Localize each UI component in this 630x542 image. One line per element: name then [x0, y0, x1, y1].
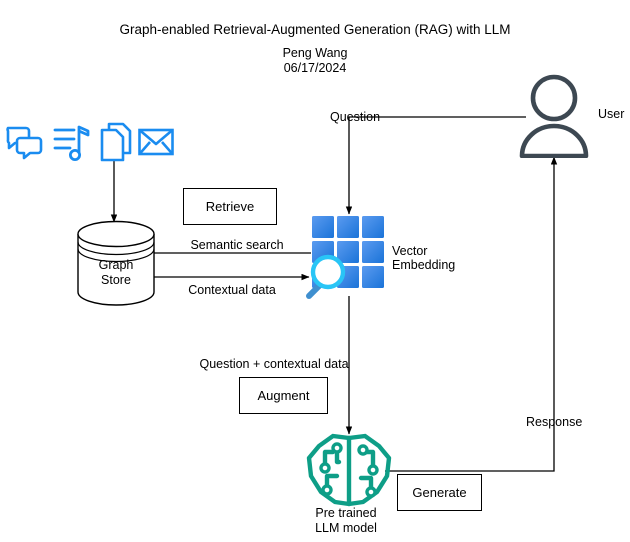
- vector-embedding-label: Vector Embedding: [392, 244, 455, 272]
- graph-store-label-line1: Graph: [98, 258, 134, 272]
- user-actor-icon: [519, 74, 589, 158]
- edge-label-semantic-search: Semantic search: [190, 238, 284, 252]
- music-note-icon: [53, 125, 90, 161]
- llm-brain-icon: [306, 433, 392, 507]
- edge-question: [345, 116, 526, 215]
- vector-embedding-node: [306, 216, 384, 299]
- edge-label-question: Question: [330, 110, 381, 124]
- author-name: Peng Wang: [282, 46, 348, 60]
- vector-embedding-label-line2: Embedding: [392, 258, 456, 272]
- edge-label-question-plus-contextual: Question + contextual data: [199, 357, 349, 371]
- edge-label-contextual-data: Contextual data: [188, 283, 276, 297]
- retrieve-box[interactable]: Retrieve: [183, 188, 277, 225]
- llm-label-line2: LLM model: [315, 521, 377, 535]
- llm-label-line1: Pre trained: [315, 506, 377, 520]
- date-label: 06/17/2024: [283, 61, 347, 75]
- llm-label: Pre trained LLM model: [315, 506, 377, 536]
- generate-box[interactable]: Generate: [397, 474, 482, 511]
- page-title: Graph-enabled Retrieval-Augmented Genera…: [119, 22, 511, 37]
- vector-embedding-label-line1: Vector: [392, 244, 428, 258]
- chat-bubbles-icon: [6, 126, 43, 160]
- user-label: User: [598, 107, 625, 121]
- graph-store-label-line2: Store: [101, 273, 131, 287]
- documents-icon: [100, 122, 132, 162]
- graph-store-label: Graph Store: [99, 258, 134, 288]
- edge-label-response: Response: [526, 415, 583, 429]
- envelope-icon: [138, 128, 174, 156]
- augment-box[interactable]: Augment: [239, 377, 328, 414]
